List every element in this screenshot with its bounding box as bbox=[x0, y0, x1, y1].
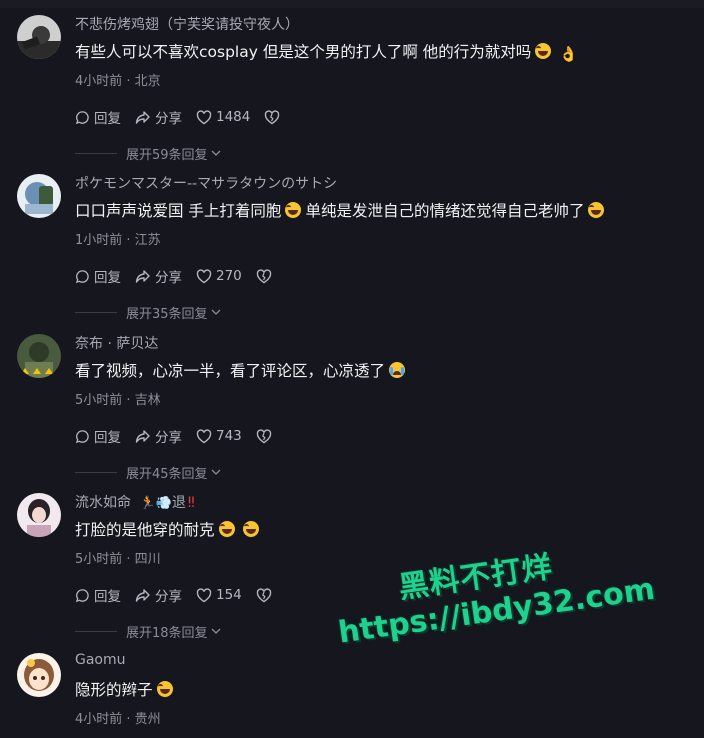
share-button[interactable]: 分享 bbox=[135, 266, 182, 286]
comment-item: Gaomu 隐形的辫子 4小时前 · 贵州 bbox=[0, 652, 704, 738]
heart-icon bbox=[196, 587, 212, 602]
dislike-button[interactable] bbox=[264, 109, 284, 125]
chevron-down-icon bbox=[211, 469, 221, 475]
comment-meta: 5小时前 · 四川 bbox=[75, 552, 161, 567]
comment-text: 打脸的是他穿的耐克 bbox=[75, 518, 263, 540]
avatar[interactable] bbox=[17, 334, 61, 378]
running-person-icon: 🏃 bbox=[139, 496, 156, 511]
share-button[interactable]: 分享 bbox=[135, 107, 182, 127]
username[interactable]: 奈布 · 萨贝达 bbox=[75, 333, 158, 353]
like-button[interactable]: 154 bbox=[196, 587, 242, 603]
reply-button[interactable]: 回复 bbox=[75, 107, 121, 127]
laughing-emoji-icon bbox=[535, 43, 552, 59]
expand-replies[interactable]: 展开45条回复 bbox=[75, 463, 221, 482]
comment-meta: 1小时前 · 江苏 bbox=[75, 233, 161, 248]
share-icon bbox=[135, 588, 150, 602]
avatar[interactable] bbox=[17, 15, 61, 59]
comment-text: 口口声声说爱国 手上打着同胞 单纯是发泄自己的情绪还觉得自己老帅了 bbox=[75, 199, 608, 221]
comment-meta: 4小时前 · 北京 bbox=[75, 74, 161, 89]
broken-heart-icon bbox=[256, 587, 272, 602]
like-count: 743 bbox=[216, 428, 242, 444]
comment-meta: 4小时前 · 贵州 bbox=[75, 712, 161, 727]
comment-item: ポケモンマスター--マサラタウンのサトシ 口口声声说爱国 手上打着同胞 单纯是发泄… bbox=[0, 174, 704, 330]
laughing-emoji-icon bbox=[285, 202, 302, 218]
dislike-button[interactable] bbox=[256, 268, 276, 284]
share-icon bbox=[135, 269, 150, 283]
comment-text: 隐形的辫子 bbox=[75, 678, 177, 700]
share-button[interactable]: 分享 bbox=[135, 426, 182, 446]
dash-icon: 💨 bbox=[155, 496, 172, 511]
expand-replies[interactable]: 展开59条回复 bbox=[75, 144, 221, 163]
broken-heart-icon bbox=[256, 268, 272, 283]
double-exclamation-icon: ‼ bbox=[187, 495, 195, 511]
comment-text: 有些人可以不喜欢cosplay 但是这个男的打人了啊 他的行为就对吗 👌 bbox=[75, 43, 578, 63]
reply-icon bbox=[75, 269, 89, 283]
divider bbox=[75, 152, 117, 154]
comment-actions: 回复 分享 1484 bbox=[75, 107, 298, 127]
expand-replies[interactable]: 展开18条回复 bbox=[75, 622, 221, 641]
username[interactable]: 不悲伤烤鸡翅（宁芙奖请投守夜人） bbox=[75, 14, 299, 34]
reply-icon bbox=[75, 588, 89, 602]
avatar[interactable] bbox=[17, 493, 61, 537]
share-icon bbox=[135, 110, 150, 124]
crying-emoji-icon bbox=[389, 362, 406, 378]
username[interactable]: Gaomu bbox=[75, 652, 126, 668]
reply-icon bbox=[75, 429, 89, 443]
laughing-emoji-icon bbox=[588, 202, 605, 218]
heart-icon bbox=[196, 109, 212, 124]
laughing-emoji-icon bbox=[218, 521, 235, 537]
laughing-emoji-icon bbox=[156, 681, 173, 697]
like-button[interactable]: 1484 bbox=[196, 109, 250, 125]
ok-hand-emoji-icon: 👌 bbox=[559, 45, 578, 63]
previous-comment-edge bbox=[0, 0, 704, 8]
laughing-emoji-icon bbox=[242, 521, 259, 537]
reply-icon bbox=[75, 110, 89, 124]
broken-heart-icon bbox=[256, 428, 272, 443]
comment-item: 不悲伤烤鸡翅（宁芙奖请投守夜人） 有些人可以不喜欢cosplay 但是这个男的打… bbox=[0, 15, 704, 171]
username[interactable]: ポケモンマスター--マサラタウンのサトシ bbox=[75, 173, 337, 193]
divider bbox=[75, 630, 117, 632]
heart-icon bbox=[196, 268, 212, 283]
share-icon bbox=[135, 429, 150, 443]
reply-button[interactable]: 回复 bbox=[75, 585, 121, 605]
dislike-button[interactable] bbox=[256, 587, 276, 603]
dislike-button[interactable] bbox=[256, 428, 276, 444]
comment-actions: 回复 分享 270 bbox=[75, 266, 290, 286]
comment-text: 看了视频，心凉一半，看了评论区，心凉透了 bbox=[75, 359, 409, 381]
broken-heart-icon bbox=[265, 109, 280, 124]
comment-item: 奈布 · 萨贝达 看了视频，心凉一半，看了评论区，心凉透了 5小时前 · 吉林 … bbox=[0, 334, 704, 490]
like-count: 154 bbox=[216, 587, 242, 603]
like-button[interactable]: 270 bbox=[196, 268, 242, 284]
comment-actions: 回复 分享 154 bbox=[75, 585, 290, 605]
chevron-down-icon bbox=[211, 309, 221, 315]
reply-button[interactable]: 回复 bbox=[75, 266, 121, 286]
heart-icon bbox=[196, 428, 212, 443]
chevron-down-icon bbox=[211, 628, 221, 634]
divider bbox=[75, 471, 117, 473]
divider bbox=[75, 311, 117, 313]
comment-actions: 回复 分享 743 bbox=[75, 426, 290, 446]
reply-button[interactable]: 回复 bbox=[75, 426, 121, 446]
like-count: 270 bbox=[216, 268, 242, 284]
comment-meta: 5小时前 · 吉林 bbox=[75, 393, 161, 408]
expand-replies[interactable]: 展开35条回复 bbox=[75, 303, 221, 322]
like-button[interactable]: 743 bbox=[196, 428, 242, 444]
like-count: 1484 bbox=[216, 109, 251, 125]
avatar[interactable] bbox=[17, 653, 61, 697]
avatar[interactable] bbox=[17, 174, 61, 218]
chevron-down-icon bbox=[211, 150, 221, 156]
username[interactable]: 流水如命 🏃💨退 ‼ bbox=[75, 492, 195, 512]
share-button[interactable]: 分享 bbox=[135, 585, 182, 605]
